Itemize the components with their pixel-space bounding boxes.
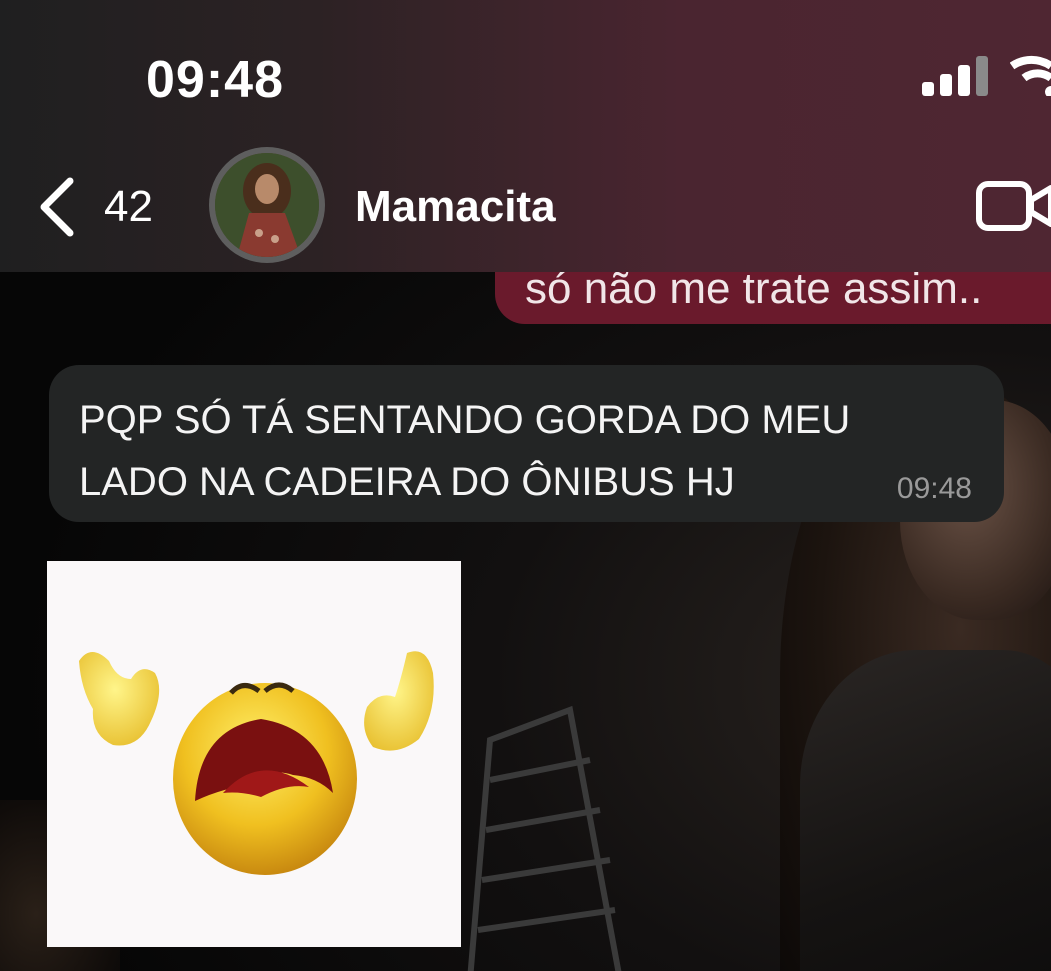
wifi-icon <box>1010 55 1051 96</box>
incoming-message[interactable]: PQP SÓ TÁ SENTANDO GORDA DO MEU LADO NA … <box>49 365 1004 522</box>
chevron-left-icon[interactable] <box>34 175 84 239</box>
message-line: PQP SÓ TÁ SENTANDO GORDA DO MEU <box>79 398 851 442</box>
incoming-message-text: PQP SÓ TÁ SENTANDO GORDA DO MEU LADO NA … <box>79 389 850 513</box>
message-timestamp: 09:48 <box>896 472 972 505</box>
video-camera-icon[interactable] <box>975 180 1051 232</box>
message-line: LADO NA CADEIRA DO ÔNIBUS HJ <box>79 460 735 504</box>
unread-count[interactable]: 42 <box>104 182 153 232</box>
status-time: 09:48 <box>146 51 284 109</box>
cellular-signal-icon <box>922 56 992 96</box>
contact-name[interactable]: Mamacita <box>355 182 556 232</box>
chat-header: 09:48 42 Mamacita <box>0 0 1051 272</box>
crying-emoji-sticker[interactable] <box>47 561 461 947</box>
avatar[interactable] <box>209 147 325 263</box>
